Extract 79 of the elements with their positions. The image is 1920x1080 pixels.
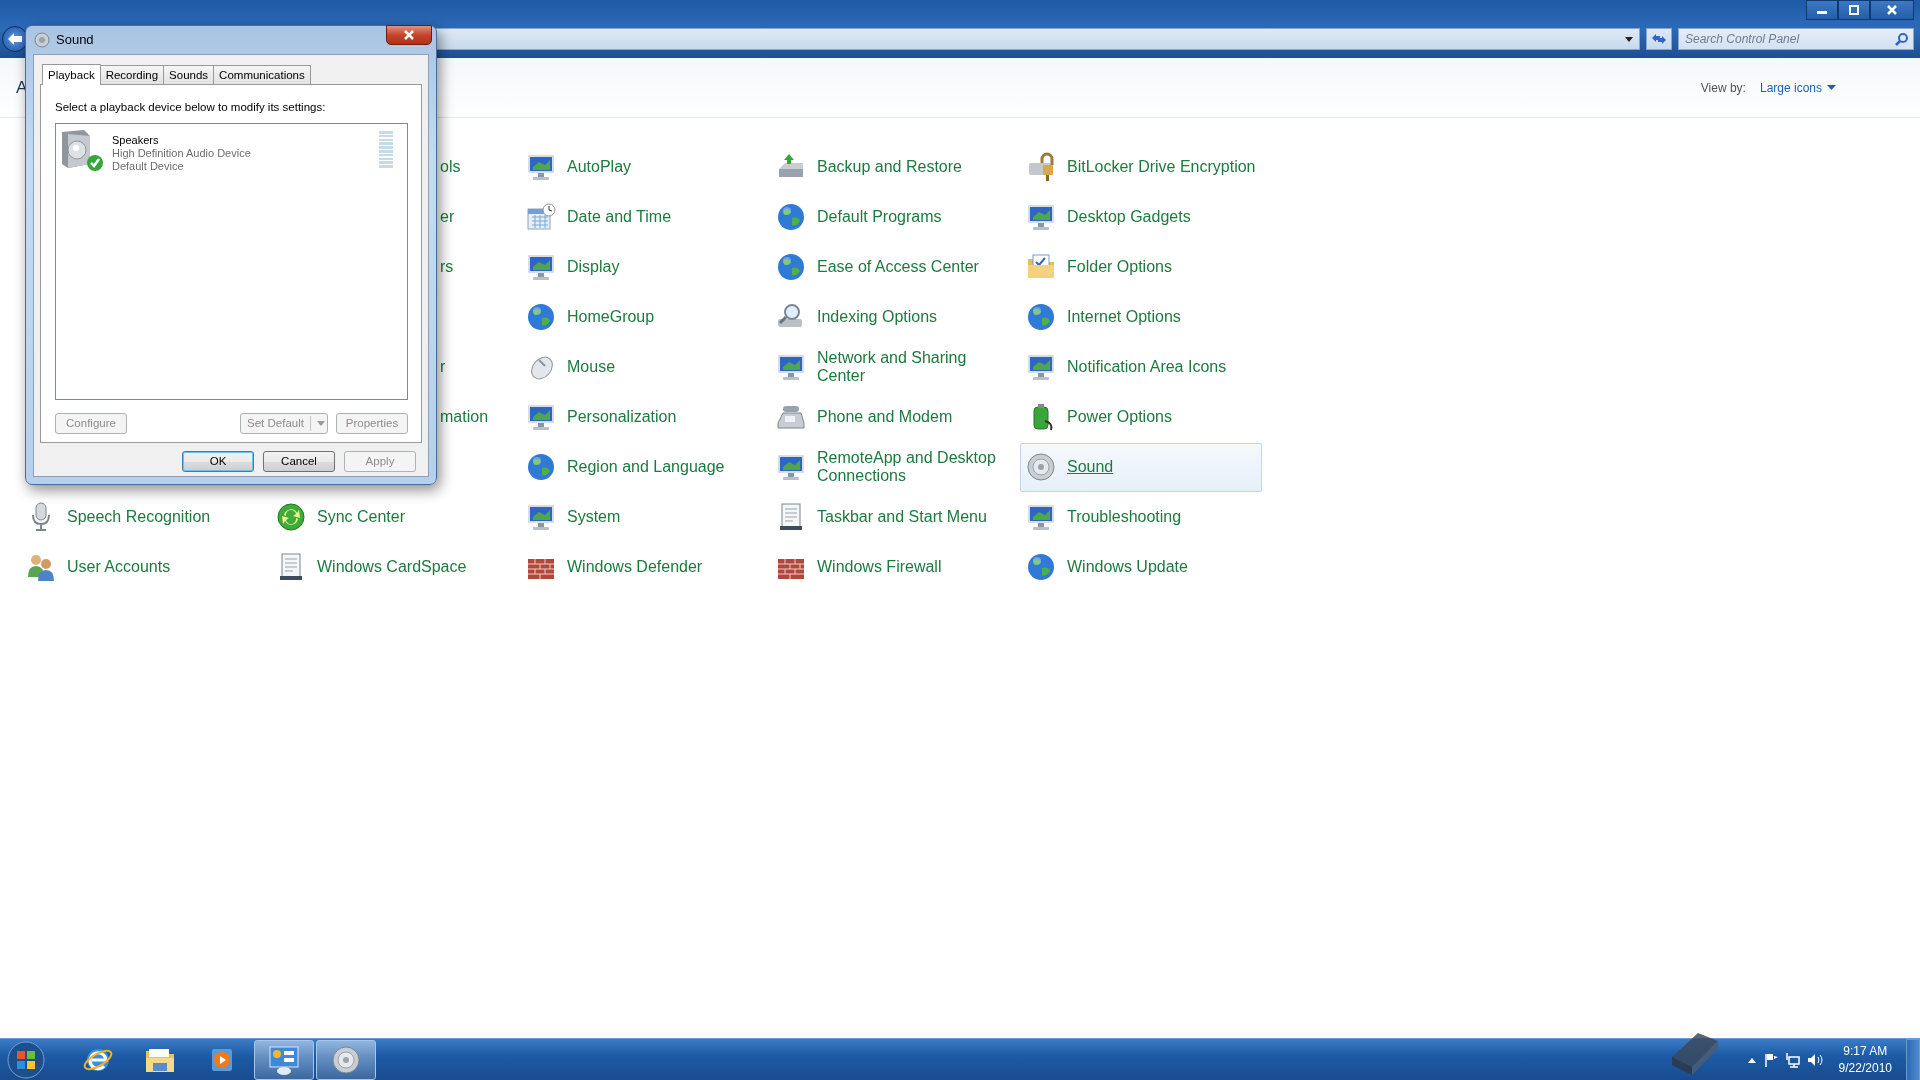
view-by-label: View by: <box>1700 79 1746 97</box>
control-panel-item[interactable]: Mouse <box>520 342 762 392</box>
control-panel-item[interactable]: Phone and Modem <box>770 392 1012 442</box>
control-panel-item[interactable]: Network and Sharing Center <box>770 342 1012 392</box>
control-panel-item[interactable]: Desktop Gadgets <box>1020 192 1262 242</box>
globe-icon <box>775 201 807 233</box>
control-panel-item[interactable]: Troubleshooting <box>1020 492 1262 542</box>
control-panel-item[interactable]: Region and Language <box>520 442 762 492</box>
caret-icon <box>316 421 325 427</box>
dialog-title: Sound <box>56 31 94 50</box>
back-button[interactable] <box>2 26 28 52</box>
device-name: Speakers <box>112 134 160 148</box>
control-panel-item[interactable]: BitLocker Drive Encryption <box>1020 142 1262 192</box>
calendar-icon <box>525 201 557 233</box>
control-panel-item[interactable]: Personalization <box>520 392 762 442</box>
tab[interactable]: Playback <box>42 64 101 85</box>
control-panel-item[interactable]: Windows CardSpace <box>270 542 512 592</box>
control-panel-item[interactable]: Sync Center <box>270 492 512 542</box>
back-arrow-icon <box>7 32 23 46</box>
tab[interactable]: Sounds <box>163 65 215 84</box>
device-status: Default Device <box>112 160 185 174</box>
restore-button[interactable] <box>1838 0 1870 20</box>
taskbar-button[interactable] <box>254 1039 314 1080</box>
speaker-icon <box>1025 451 1057 483</box>
clock[interactable]: 9:17 AM 9/22/2010 <box>1830 1042 1900 1077</box>
control-panel-item[interactable]: Windows Firewall <box>770 542 1012 592</box>
control-panel-item[interactable]: Ease of Access Center <box>770 242 1012 292</box>
control-panel-item[interactable]: Sound <box>1020 442 1262 492</box>
caret-icon <box>1625 36 1633 42</box>
button[interactable]: OK <box>182 451 254 472</box>
control-panel-item[interactable]: System <box>520 492 762 542</box>
control-panel-item[interactable]: AutoPlay <box>520 142 762 192</box>
restore-icon <box>1848 5 1860 15</box>
control-panel-item[interactable]: RemoteApp and Desktop Connections <box>770 442 1012 492</box>
globe-icon <box>525 301 557 333</box>
caret-icon <box>1827 85 1836 90</box>
refresh-arrows-icon <box>1651 32 1667 46</box>
control-panel-item[interactable]: Notification Area Icons <box>1020 342 1262 392</box>
taskbar-button[interactable] <box>316 1039 376 1080</box>
speaker-icon <box>34 32 50 48</box>
control-panel-item[interactable]: User Accounts <box>20 542 262 592</box>
control-panel-item[interactable]: Internet Options <box>1020 292 1262 342</box>
control-panel-icon <box>268 1043 300 1076</box>
control-panel-item[interactable]: Default Programs <box>770 192 1012 242</box>
globe-icon <box>525 451 557 483</box>
search-icon <box>1895 32 1909 46</box>
control-panel-item[interactable]: Indexing Options <box>770 292 1012 342</box>
search-field[interactable]: Search Control Panel <box>1678 28 1914 50</box>
globe-icon <box>775 251 807 283</box>
tab[interactable]: Communications <box>213 65 311 84</box>
control-panel-item[interactable]: Power Options <box>1020 392 1262 442</box>
button[interactable]: Cancel <box>263 451 335 472</box>
control-panel-item[interactable]: Backup and Restore <box>770 142 1012 192</box>
close-button[interactable] <box>1870 0 1914 20</box>
control-panel-item[interactable]: Date and Time <box>520 192 762 242</box>
start-button[interactable] <box>6 1039 46 1080</box>
instruction-text: Select a playback device below to modify its settings: <box>55 100 327 115</box>
minimize-button[interactable] <box>1806 0 1838 20</box>
control-panel-item[interactable]: Windows Defender <box>520 542 762 592</box>
control-panel-item[interactable]: HomeGroup <box>520 292 762 342</box>
refresh-button[interactable] <box>1646 28 1672 50</box>
speaker-icon <box>330 1043 362 1076</box>
sync-icon <box>275 501 307 533</box>
view-by-dropdown[interactable]: Large icons <box>1759 78 1836 97</box>
close-icon <box>403 30 415 40</box>
globe-icon <box>1025 551 1057 583</box>
control-panel-item[interactable]: Speech Recognition <box>20 492 262 542</box>
globe-icon <box>1025 301 1057 333</box>
tab[interactable]: Recording <box>99 65 165 84</box>
flag-icon[interactable] <box>1762 1051 1779 1068</box>
close-icon <box>1886 5 1898 15</box>
speaker-icon <box>62 130 90 169</box>
close-button[interactable] <box>386 25 432 45</box>
control-panel-item[interactable]: Folder Options <box>1020 242 1262 292</box>
network-icon[interactable] <box>1784 1051 1801 1068</box>
control-panel-item[interactable]: Taskbar and Start Menu <box>770 492 1012 542</box>
control-panel-item[interactable]: Windows Update <box>1020 542 1262 592</box>
device-description: High Definition Audio Device <box>112 147 252 161</box>
control-panel-item[interactable]: Display <box>520 242 762 292</box>
